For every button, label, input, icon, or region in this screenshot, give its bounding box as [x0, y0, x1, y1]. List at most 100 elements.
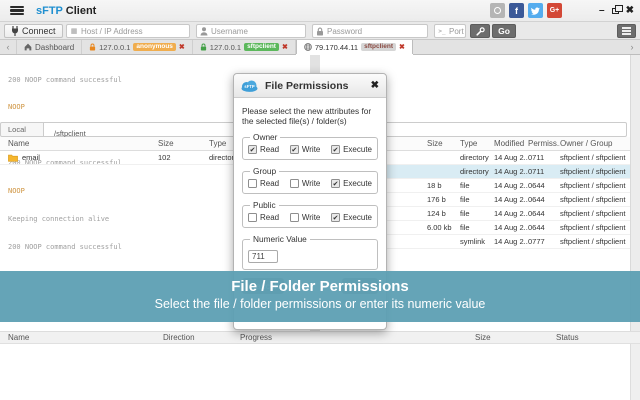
menu-icon[interactable]	[10, 6, 24, 16]
file-owner-group: sftpclient / sftpclient	[560, 153, 630, 162]
restore-button[interactable]	[612, 8, 619, 14]
tab-close-icon[interactable]: ✖	[282, 43, 288, 51]
checkbox-icon[interactable]	[331, 145, 340, 154]
settings-button[interactable]	[470, 24, 490, 38]
file-type: file	[460, 195, 494, 204]
go-button[interactable]: Go	[492, 24, 516, 38]
tab-label: 127.0.0.1	[99, 43, 130, 52]
checkbox-label: Read	[260, 179, 279, 188]
auth-badge: sftpclient	[244, 43, 279, 52]
dialog-header[interactable]: sFTP File Permissions ✖	[234, 74, 386, 98]
column-permissions[interactable]: Permiss...	[528, 139, 560, 148]
auth-badge: anonymous	[133, 43, 175, 52]
password-field-wrap	[312, 24, 428, 38]
port-input[interactable]	[449, 25, 465, 37]
tab-close-icon[interactable]: ✖	[179, 43, 185, 51]
tab-session-sftpclient[interactable]: 127.0.0.1 sftpclient ✖	[193, 40, 296, 54]
tab-dashboard[interactable]: Dashboard	[16, 40, 82, 54]
numeric-value-legend: Numeric Value	[250, 234, 310, 244]
port-field-wrap: >_	[434, 24, 466, 38]
dialog-close-icon[interactable]: ✖	[371, 80, 379, 91]
file-type: directory	[460, 153, 494, 162]
checkbox-icon[interactable]	[290, 179, 299, 188]
twitter-icon[interactable]	[528, 3, 543, 18]
owner-permissions-group: Owner Read Write Execute	[242, 132, 378, 160]
dialog-body: Please select the new attributes for the…	[234, 98, 386, 294]
file-modified: 14 Aug 2...	[494, 181, 528, 190]
connect-button[interactable]: Connect	[4, 24, 63, 38]
file-type: file	[460, 209, 494, 218]
toggle-panel-button[interactable]	[617, 24, 636, 38]
tab-session-remote-active[interactable]: 79.170.44.11 sftpclient ✖	[296, 40, 413, 54]
column-type[interactable]: Type	[460, 139, 494, 148]
chevron-right-icon[interactable]: ›	[624, 40, 640, 54]
column-status[interactable]: Status	[556, 333, 640, 342]
minimize-button[interactable]: –	[599, 6, 605, 16]
facebook-icon[interactable]: f	[509, 3, 524, 18]
password-input[interactable]	[327, 25, 427, 37]
file-size: 176 b	[427, 195, 460, 204]
instagram-icon[interactable]	[490, 3, 505, 18]
column-name[interactable]: Name	[8, 139, 158, 148]
title-bar: sFTP Client f G+ – ✖	[0, 0, 640, 22]
owner-legend: Owner	[250, 132, 280, 142]
tab-session-anonymous[interactable]: 127.0.0.1 anonymous ✖	[82, 40, 193, 54]
column-progress[interactable]: Progress	[240, 333, 475, 342]
checkbox-icon[interactable]	[248, 145, 257, 154]
window-controls: – ✖	[599, 0, 634, 22]
social-links: f G+	[490, 3, 562, 18]
file-permissions: 0644	[528, 195, 560, 204]
terminal-icon: >_	[435, 28, 449, 35]
public-legend: Public	[250, 200, 279, 210]
host-input[interactable]	[81, 25, 189, 37]
home-icon	[24, 43, 32, 51]
numeric-value-group: Numeric Value	[242, 234, 378, 270]
public-read-checkbox[interactable]: Read	[248, 213, 279, 222]
file-owner-group: sftpclient / sftpclient	[560, 209, 630, 218]
owner-read-checkbox[interactable]: Read	[248, 145, 279, 154]
checkbox-icon[interactable]	[248, 179, 257, 188]
globe-icon	[304, 43, 312, 51]
checkbox-icon[interactable]	[290, 145, 299, 154]
checkbox-label: Write	[302, 213, 321, 222]
owner-write-checkbox[interactable]: Write	[290, 145, 321, 154]
lock-green-icon	[200, 43, 207, 51]
group-legend: Group	[250, 166, 279, 176]
banner-title: File / Folder Permissions	[0, 278, 640, 295]
file-modified: 14 Aug 2...	[494, 223, 528, 232]
tab-close-icon[interactable]: ✖	[399, 43, 405, 51]
group-write-checkbox[interactable]: Write	[290, 179, 321, 188]
group-read-checkbox[interactable]: Read	[248, 179, 279, 188]
checkbox-icon[interactable]	[331, 213, 340, 222]
file-owner-group: sftpclient / sftpclient	[560, 181, 630, 190]
sftp-cloud-logo: sFTP	[241, 80, 258, 92]
auth-badge: sftpclient	[361, 43, 396, 52]
file-modified: 14 Aug 2...	[494, 209, 528, 218]
column-size[interactable]: Size	[158, 139, 209, 148]
numeric-value-input[interactable]	[248, 250, 278, 263]
google-plus-icon[interactable]: G+	[547, 3, 562, 18]
dialog-intro-text: Please select the new attributes for the…	[242, 106, 378, 126]
tab-label: 79.170.44.11	[315, 43, 358, 52]
column-name[interactable]: Name	[8, 333, 163, 342]
group-execute-checkbox[interactable]: Execute	[331, 179, 372, 188]
public-write-checkbox[interactable]: Write	[290, 213, 321, 222]
file-size: 18 b	[427, 181, 460, 190]
username-input[interactable]	[211, 25, 305, 37]
public-execute-checkbox[interactable]: Execute	[331, 213, 372, 222]
column-modified[interactable]: Modified	[494, 139, 528, 148]
column-size[interactable]: Size	[475, 333, 556, 342]
checkbox-icon[interactable]	[290, 213, 299, 222]
column-direction[interactable]: Direction	[163, 333, 240, 342]
app-title-suffix: Client	[66, 5, 97, 17]
close-button[interactable]: ✖	[626, 6, 634, 16]
chevron-left-icon[interactable]: ‹	[0, 40, 16, 54]
file-type: directory	[460, 167, 494, 176]
file-type: file	[460, 181, 494, 190]
column-size[interactable]: Size	[427, 139, 460, 148]
checkbox-icon[interactable]	[248, 213, 257, 222]
owner-execute-checkbox[interactable]: Execute	[331, 145, 372, 154]
column-owner-group[interactable]: Owner / Group	[560, 139, 630, 148]
file-modified: 14 Aug 2...	[494, 167, 528, 176]
checkbox-icon[interactable]	[331, 179, 340, 188]
